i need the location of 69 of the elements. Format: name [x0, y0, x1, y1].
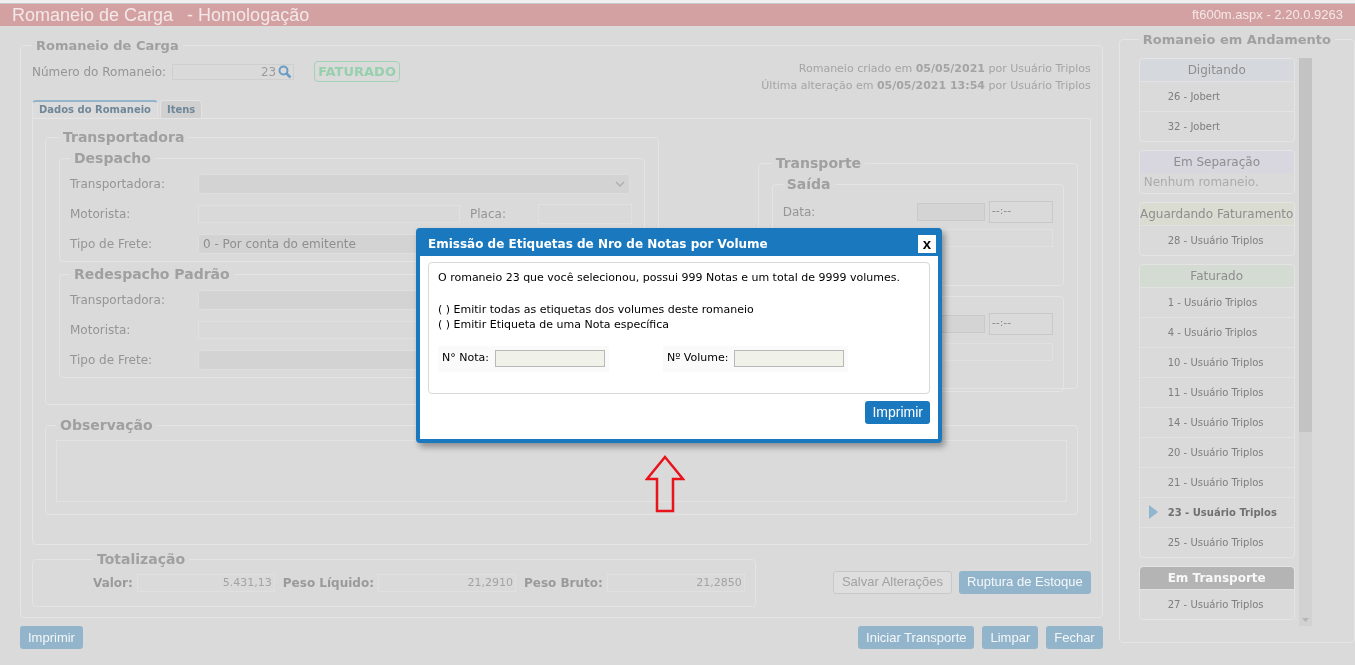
list-item[interactable]: 20 - Usuário Triplos — [1139, 436, 1294, 467]
field-label: Transportadora: — [70, 291, 166, 309]
action-button[interactable]: Imprimir — [20, 626, 83, 649]
group-header: Em Transporte — [1139, 566, 1294, 589]
panel-legend: Romaneio em Andamento — [1138, 30, 1335, 50]
action-button[interactable]: Limpar — [982, 626, 1039, 649]
option-text[interactable]: ( ) Emitir todas as etiquetas dos volumes deste romaneio — [438, 301, 920, 317]
group-header: Faturado — [1139, 264, 1294, 287]
field-label: Motorista: — [70, 205, 132, 223]
group-header: Em Separação — [1139, 150, 1294, 173]
close-button[interactable]: x — [918, 235, 936, 253]
field-label: Nº Volume: — [666, 350, 729, 367]
print-button[interactable]: Imprimir — [865, 401, 930, 424]
field-label: Tipo de Frete: — [70, 351, 154, 369]
list-item[interactable]: 25 - Usuário Triplos — [1139, 526, 1294, 557]
tab[interactable]: Dados do Romaneio — [32, 99, 158, 118]
panel-legend: Romaneio de Carga — [32, 36, 183, 56]
panel-legend: Despacho — [70, 147, 155, 169]
panel-legend: Saída — [782, 173, 835, 195]
chevron-down-icon — [615, 180, 625, 187]
list-item[interactable]: 32 - Jobert — [1139, 110, 1294, 141]
field-label: N° Nota: — [442, 350, 489, 367]
group-header: Digitando — [1139, 58, 1294, 81]
tab[interactable]: Itens — [159, 99, 203, 118]
field-label: Motorista: — [70, 321, 132, 339]
number-field[interactable]: 23 — [172, 63, 295, 80]
list-item[interactable]: 14 - Usuário Triplos — [1139, 406, 1294, 437]
list-item[interactable]: 11 - Usuário Triplos — [1139, 376, 1294, 407]
list-item[interactable]: 21 - Usuário Triplos — [1139, 466, 1294, 497]
list-item[interactable]: 1 - Usuário Triplos — [1139, 286, 1294, 317]
version-label: ft600m.aspx - 2.20.0.9263 — [1191, 6, 1343, 25]
list-item[interactable]: 23 - Usuário Triplos — [1139, 496, 1294, 527]
action-button[interactable]: Ruptura de Estoque — [959, 570, 1091, 594]
input-field[interactable] — [734, 350, 845, 367]
action-button[interactable]: Fechar — [1046, 626, 1103, 649]
field-label: Data: — [782, 203, 817, 221]
option-text[interactable]: ( ) Emitir Etiqueta de uma Nota específica — [438, 316, 920, 332]
panel-legend: Transportadora — [59, 126, 189, 148]
panel-legend: Redespacho Padrão — [70, 263, 234, 285]
panel-legend: Observação — [56, 414, 157, 436]
list-item[interactable]: 10 - Usuário Triplos — [1139, 346, 1294, 377]
up-arrow-drawing — [645, 455, 685, 513]
list-item[interactable]: 4 - Usuário Triplos — [1139, 316, 1294, 347]
time-field[interactable]: --:-- — [988, 200, 1053, 223]
field-label: Transportadora: — [70, 175, 166, 193]
total-label: Valor: — [93, 574, 133, 592]
dialog-message: O romaneio 23 que você selecionou, possui 999 Notas e um total de 9999 volumes. — [438, 270, 901, 286]
list-item[interactable]: 28 - Usuário Triplos — [1139, 224, 1294, 255]
scroll-down-icon — [1301, 617, 1309, 622]
app-title: Romaneio de Carga — [12, 3, 174, 27]
total-label: Peso Líquido: — [282, 574, 374, 592]
status-badge: FATURADO — [314, 60, 400, 83]
search-icon[interactable] — [278, 64, 293, 79]
input-field[interactable] — [494, 350, 605, 367]
field-label: Placa: — [470, 205, 507, 223]
time-field[interactable]: --:-- — [988, 312, 1053, 335]
select-field[interactable] — [198, 173, 630, 194]
scrollbar[interactable] — [1298, 57, 1312, 626]
list-item[interactable]: 26 - Jobert — [1139, 80, 1294, 111]
panel-legend: Transporte — [771, 152, 866, 174]
panel-legend: Totalização — [93, 548, 189, 570]
action-button[interactable]: Iniciar Transporte — [858, 626, 975, 649]
play-icon — [1149, 505, 1159, 519]
field-label: Número do Romaneio: — [32, 63, 167, 81]
total-label: Peso Bruto: — [523, 574, 603, 592]
group-header: Aguardando Faturamento — [1139, 202, 1294, 225]
list-item[interactable]: 27 - Usuário Triplos — [1139, 588, 1294, 619]
field-label: Tipo de Frete: — [70, 235, 154, 253]
environment-label: - Homologação — [187, 3, 310, 27]
